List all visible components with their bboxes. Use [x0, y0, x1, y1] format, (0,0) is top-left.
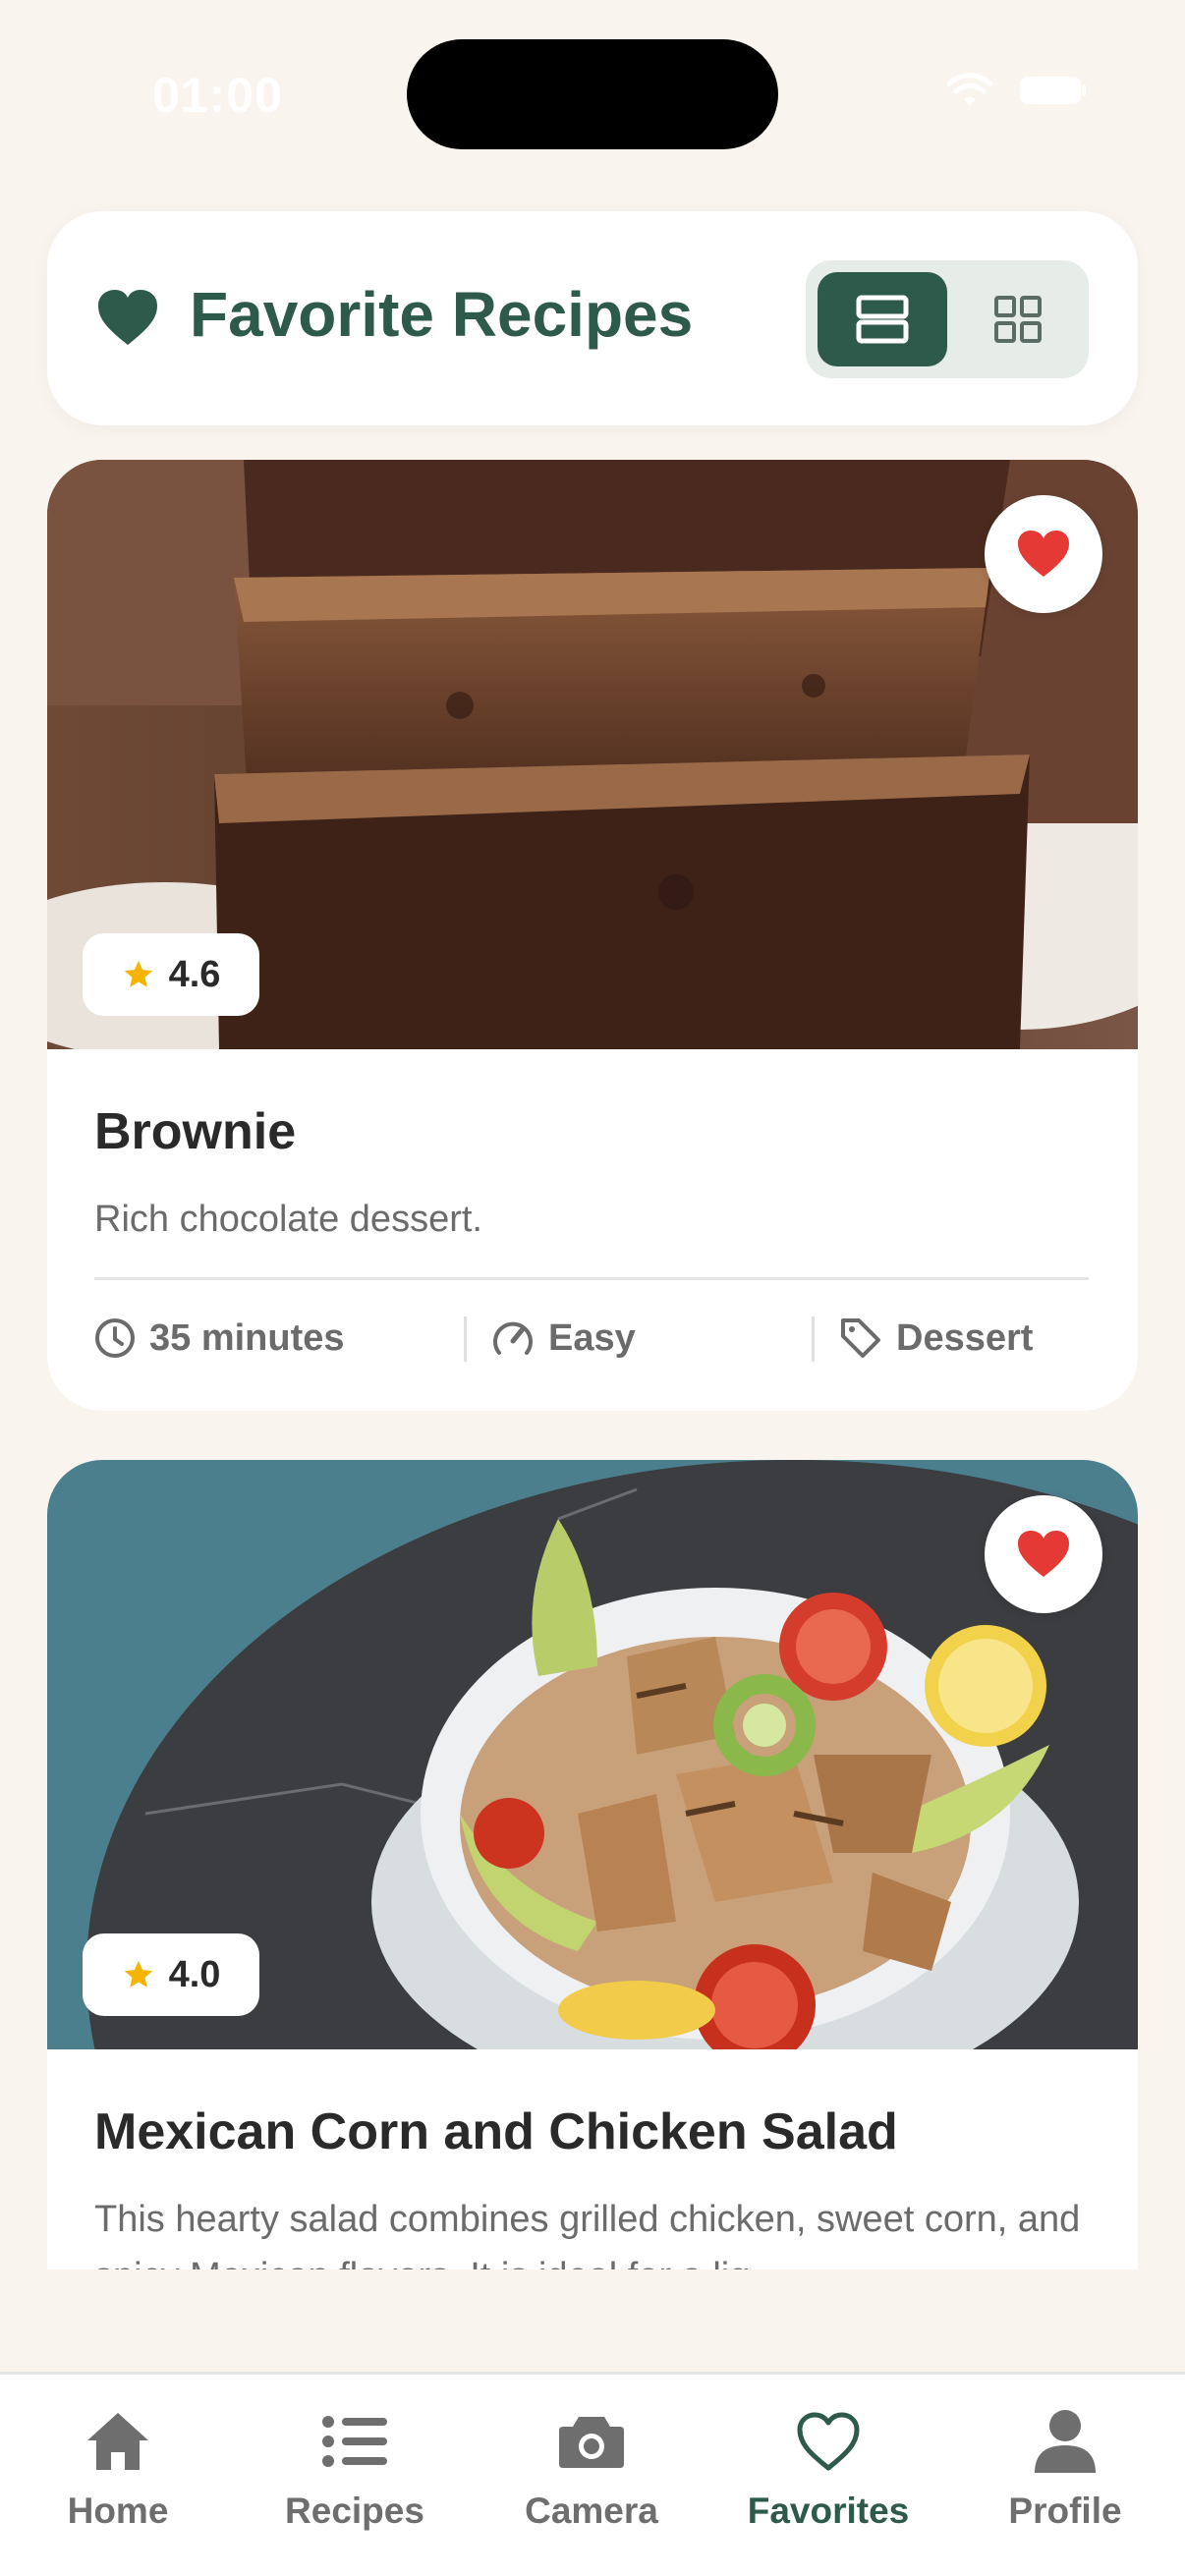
- recipe-feed[interactable]: 4.6 Brownie Rich chocolate dessert. 35 m…: [47, 460, 1138, 2269]
- view-toggle: [806, 260, 1089, 378]
- meta-category: Dessert: [839, 1311, 1033, 1366]
- gauge-icon: [493, 1321, 533, 1355]
- nav-label: Home: [67, 2491, 169, 2531]
- cook-time: 35 minutes: [149, 1316, 345, 1359]
- grid-view-icon: [994, 296, 1042, 343]
- rating-value: 4.6: [168, 953, 221, 995]
- list-icon: [322, 2416, 387, 2467]
- favorite-button[interactable]: [985, 495, 1102, 613]
- battery-icon: [1020, 77, 1086, 104]
- bottom-navigation: Home Recipes Camera Favorites Profile: [0, 2372, 1185, 2576]
- status-icons: [945, 73, 1087, 108]
- rating-badge: 4.0: [83, 1933, 259, 2016]
- favorite-button[interactable]: [985, 1495, 1102, 1613]
- recipe-card[interactable]: 4.6 Brownie Rich chocolate dessert. 35 m…: [47, 460, 1138, 1411]
- heart-icon: [797, 2412, 860, 2471]
- clock-icon: [95, 1318, 135, 1358]
- nav-label: Recipes: [285, 2491, 424, 2531]
- nav-item-camera[interactable]: Camera: [493, 2404, 690, 2532]
- header-card: Favorite Recipes: [47, 211, 1138, 425]
- difficulty: Easy: [548, 1316, 636, 1359]
- recipe-title: Mexican Corn and Chicken Salad: [94, 2103, 898, 2160]
- heart-icon: [1018, 531, 1069, 577]
- category: Dessert: [896, 1316, 1034, 1359]
- nav-label: Camera: [525, 2491, 658, 2531]
- nav-label: Favorites: [747, 2491, 910, 2531]
- nav-label: Profile: [1008, 2491, 1122, 2531]
- status-bar: 01:00: [0, 0, 1185, 187]
- heart-icon: [98, 290, 157, 345]
- status-time: 01:00: [152, 68, 283, 123]
- grid-view-button[interactable]: [959, 272, 1077, 366]
- recipe-title: Brownie: [94, 1103, 297, 1160]
- star-icon: [124, 960, 152, 987]
- meta-separator: [812, 1316, 815, 1362]
- meta-separator: [464, 1316, 467, 1362]
- recipe-card[interactable]: 4.0 Mexican Corn and Chicken Salad This …: [47, 1460, 1138, 2269]
- recipe-description: This hearty salad combines grilled chick…: [94, 2199, 1081, 2269]
- nav-item-home[interactable]: Home: [20, 2404, 216, 2532]
- rating-value: 4.0: [168, 1953, 221, 1995]
- list-view-icon: [856, 295, 909, 344]
- star-icon: [124, 1960, 152, 1988]
- meta-time: 35 minutes: [94, 1311, 345, 1366]
- tag-icon: [841, 1318, 880, 1358]
- dynamic-island: [407, 39, 778, 149]
- recipe-description: Rich chocolate dessert.: [94, 1199, 482, 1240]
- meta-difficulty: Easy: [491, 1311, 636, 1366]
- home-icon: [87, 2413, 148, 2470]
- rating-badge: 4.6: [83, 933, 259, 1016]
- page-title: Favorite Recipes: [190, 279, 694, 350]
- camera-icon: [559, 2417, 624, 2468]
- nav-item-recipes[interactable]: Recipes: [256, 2404, 453, 2532]
- list-view-button[interactable]: [818, 272, 947, 366]
- divider: [94, 1277, 1089, 1280]
- person-icon: [1035, 2410, 1096, 2473]
- nav-item-favorites[interactable]: Favorites: [730, 2404, 927, 2532]
- heart-icon: [1018, 1531, 1069, 1577]
- nav-item-profile[interactable]: Profile: [967, 2404, 1163, 2532]
- wifi-icon: [946, 73, 993, 106]
- recipe-meta: 35 minutes Easy Dessert: [94, 1311, 1089, 1366]
